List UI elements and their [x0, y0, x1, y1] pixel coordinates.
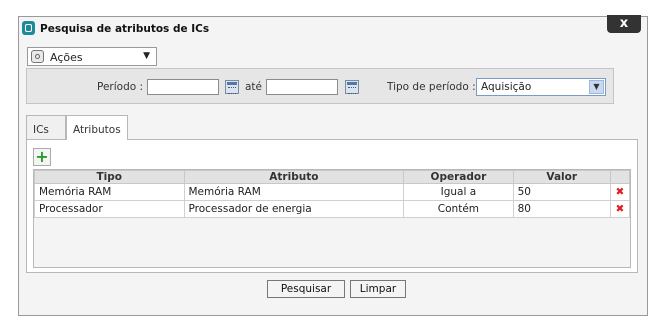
- delete-row-icon[interactable]: ✖: [609, 183, 631, 201]
- actions-label: Ações: [50, 51, 83, 64]
- tabs-area: ICs Atributos + Tipo Atributo Operador V…: [26, 115, 638, 273]
- add-attribute-button[interactable]: +: [33, 148, 51, 166]
- period-to-input[interactable]: [266, 79, 338, 95]
- cell-atributo: Memória RAM: [183, 183, 405, 201]
- dialog-title: Pesquisa de atributos de ICs: [40, 23, 210, 35]
- close-button[interactable]: x: [607, 15, 641, 33]
- chevron-down-icon: ▼: [589, 80, 604, 94]
- period-from-input[interactable]: [147, 79, 219, 95]
- table-row[interactable]: Processador Processador de energia Conté…: [34, 200, 631, 218]
- cell-tipo: Memória RAM: [34, 183, 185, 201]
- delete-row-icon[interactable]: ✖: [609, 200, 631, 218]
- tab-ics[interactable]: ICs: [26, 115, 66, 139]
- tab-atributos[interactable]: Atributos: [66, 115, 128, 140]
- calendar-to-icon[interactable]: [345, 80, 359, 94]
- period-type-select[interactable]: Aquisição ▼: [476, 78, 606, 96]
- calendar-from-icon[interactable]: [225, 80, 239, 94]
- attribute-search-dialog: Pesquisa de atributos de ICs x Ações ▼ P…: [18, 15, 648, 316]
- attributes-grid: Tipo Atributo Operador Valor Memória RAM…: [33, 169, 631, 268]
- clear-button[interactable]: Limpar: [350, 280, 406, 298]
- chevron-down-icon: ▼: [143, 51, 150, 61]
- period-label: Período :: [97, 81, 144, 93]
- header-valor: Valor: [512, 170, 611, 184]
- dialog-titlebar: Pesquisa de atributos de ICs x: [19, 15, 647, 37]
- table-header-row: Tipo Atributo Operador Valor: [34, 170, 631, 184]
- cell-tipo: Processador: [34, 200, 185, 218]
- filter-panel: Período : até Tipo de período : Aquisiçã…: [26, 68, 614, 104]
- grid-footer: [34, 247, 630, 267]
- until-label: até: [245, 81, 263, 93]
- actions-gear-icon: [31, 50, 44, 63]
- cell-atributo: Processador de energia: [183, 200, 405, 218]
- header-actions: [609, 170, 631, 184]
- app-logo-icon: [22, 21, 35, 35]
- cell-operador: Igual a: [403, 183, 514, 201]
- attributes-table: Tipo Atributo Operador Valor Memória RAM…: [34, 170, 631, 218]
- cell-valor: 80: [512, 200, 611, 218]
- header-atributo: Atributo: [183, 170, 405, 184]
- actions-dropdown[interactable]: Ações ▼: [27, 47, 157, 66]
- cell-operador: Contém: [403, 200, 514, 218]
- period-type-label: Tipo de período :: [387, 81, 476, 93]
- header-tipo: Tipo: [34, 170, 185, 184]
- header-operador: Operador: [403, 170, 514, 184]
- cell-valor: 50: [512, 183, 611, 201]
- search-button[interactable]: Pesquisar: [267, 280, 345, 298]
- table-row[interactable]: Memória RAM Memória RAM Igual a 50 ✖: [34, 183, 631, 201]
- attributes-panel: + Tipo Atributo Operador Valor Memória R…: [26, 139, 638, 273]
- period-type-value: Aquisição: [481, 81, 532, 93]
